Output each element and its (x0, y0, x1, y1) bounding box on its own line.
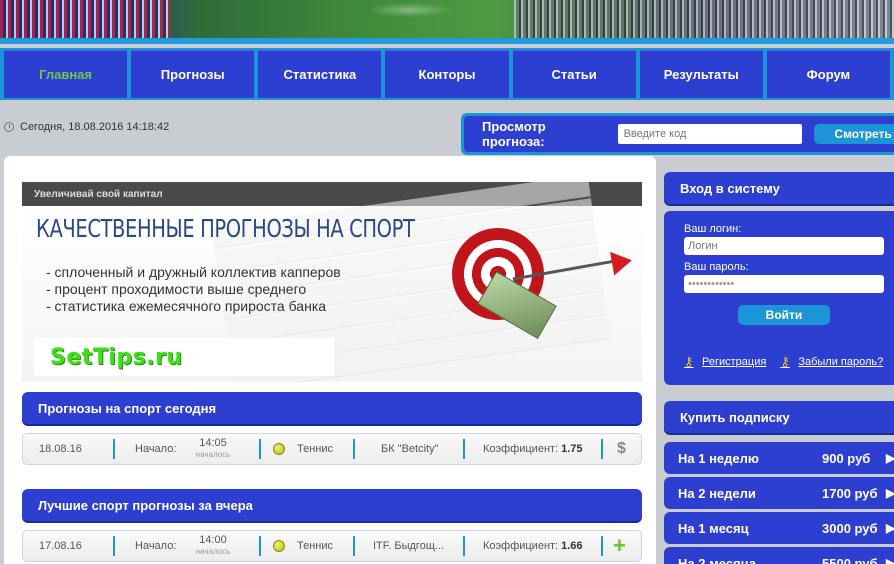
forecast-coefficient: Коэффициент: 1.75 (483, 443, 583, 455)
forecast-sport: Теннис (297, 443, 334, 455)
subscription-price: 5500 руб (822, 555, 878, 564)
forecast-time: 14:00 началось (195, 534, 231, 557)
tennis-ball-icon (273, 531, 285, 561)
nav-item-forum[interactable]: Форум (766, 50, 890, 98)
date-text: Сегодня, 18.08.2016 14:18:42 (20, 121, 170, 133)
today-forecasts-header[interactable]: Прогнозы на спорт сегодня (22, 392, 642, 424)
subscription-price: 3000 руб (822, 520, 878, 536)
key-icon: ⚷ (684, 354, 694, 369)
nav-item-forecasts[interactable]: Прогнозы (131, 50, 255, 98)
subscription-option-1-month[interactable]: На 1 месяц 3000 руб ▶ (664, 512, 894, 544)
divider (113, 439, 115, 459)
login-header: Вход в систему (664, 172, 894, 204)
forecast-row-today[interactable]: 18.08.16 Начало: 14:05 началось Теннис Б… (22, 433, 642, 465)
subscription-option-2-months[interactable]: На 2 месяца 5500 руб ▶ (664, 547, 894, 564)
divider (601, 439, 603, 459)
current-date: Сегодня, 18.08.2016 14:18:42 (4, 121, 169, 133)
promo-title: КАЧЕСТВЕННЫЕ ПРОГНОЗЫ НА СПОРТ (36, 214, 415, 243)
divider (113, 536, 115, 556)
forecast-row-yesterday[interactable]: 17.08.16 Начало: 14:00 началось Теннис I… (22, 530, 642, 562)
nav-item-bookmakers[interactable]: Конторы (385, 50, 509, 98)
promo-banner[interactable]: Увеличивай свой капитал КАЧЕСТВЕННЫЕ ПРО… (22, 182, 642, 382)
clock-icon (4, 122, 14, 132)
tennis-ball-icon (273, 434, 285, 464)
login-button[interactable]: Войти (738, 305, 830, 325)
divider (353, 439, 355, 459)
forecast-coefficient: Коэффициент: 1.66 (483, 540, 583, 552)
login-label: Ваш логин: (684, 223, 742, 235)
forecast-start-label: Начало: (135, 540, 177, 552)
yesterday-forecasts-header[interactable]: Лучшие спорт прогнозы за вчера (22, 489, 642, 521)
nav-item-articles[interactable]: Статьи (512, 50, 636, 98)
login-panel: Ваш логин: Ваш пароль: Войти ⚷Регистраци… (664, 211, 894, 385)
settips-logo: SetTips.ru (34, 338, 334, 376)
nav-item-statistics[interactable]: Статистика (258, 50, 382, 98)
forecast-bookmaker: ITF. Быдгощ... (373, 540, 445, 552)
nav-item-results[interactable]: Результаты (639, 50, 763, 98)
arrow-right-icon: ▶ (886, 521, 894, 535)
register-link[interactable]: ⚷ Регистрация (684, 355, 766, 369)
dollar-icon: $ (617, 440, 626, 457)
plus-icon: + (613, 533, 626, 558)
divider (463, 439, 465, 459)
subscription-option-1-week[interactable]: На 1 неделю 900 руб ▶ (664, 442, 894, 474)
banner-divider (0, 38, 894, 44)
dart-fin-icon (610, 248, 634, 276)
subscription-option-2-weeks[interactable]: На 2 недели 1700 руб ▶ (664, 477, 894, 509)
nav-item-home[interactable]: Главная (4, 50, 128, 98)
forecast-sport: Теннис (297, 540, 334, 552)
arrow-right-icon: ▶ (886, 556, 894, 564)
divider (259, 536, 261, 556)
promo-bullet: - статистика ежемесячного прироста банка (46, 298, 327, 314)
forecast-start-label: Начало: (135, 443, 177, 455)
divider (601, 536, 603, 556)
forgot-password-link[interactable]: ⚷ Забыли пароль? (780, 355, 883, 369)
arrow-right-icon: ▶ (886, 451, 894, 465)
password-input[interactable] (684, 275, 884, 293)
arrow-right-icon: ▶ (886, 486, 894, 500)
forecast-date: 18.08.16 (39, 443, 82, 455)
divider (463, 536, 465, 556)
promo-bullets: - сплоченный и дружный коллектив капперо… (46, 264, 341, 315)
key-icon: ⚷ (780, 354, 790, 369)
login-input[interactable] (684, 237, 884, 255)
promo-bullet: - сплоченный и дружный коллектив капперо… (46, 264, 341, 280)
forecast-bookmaker: БК "Betcity" (381, 443, 439, 455)
promo-bullet: - процент проходимости выше среднего (46, 281, 307, 297)
view-forecast-button[interactable]: Смотреть (814, 124, 894, 144)
forecast-lookup: Просмотр прогноза: Смотреть (461, 113, 894, 155)
divider (353, 536, 355, 556)
divider (259, 439, 261, 459)
password-label: Ваш пароль: (684, 261, 749, 273)
forecast-lookup-label: Просмотр прогноза: (482, 119, 546, 149)
subscription-price: 900 руб (822, 450, 871, 466)
main-nav: Главная Прогнозы Статистика Конторы Стат… (0, 48, 894, 100)
header-banner (0, 0, 894, 44)
forecast-code-input[interactable] (617, 124, 803, 144)
subscription-price: 1700 руб (822, 485, 878, 501)
subscription-header: Купить подписку (664, 401, 894, 433)
forecast-time: 14:05 началось (195, 437, 231, 460)
forecast-date: 17.08.16 (39, 540, 82, 552)
